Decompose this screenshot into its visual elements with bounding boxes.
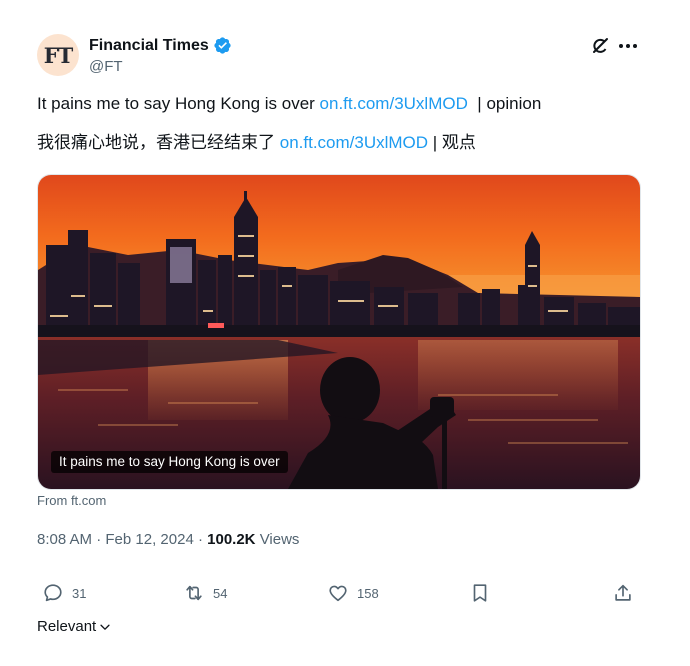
tweet-text-en: It pains me to say Hong Kong is over on.… — [37, 94, 542, 113]
tweet-link-zh[interactable]: on.ft.com/3UxlMOD — [280, 133, 428, 152]
tweet-link-en[interactable]: on.ft.com/3UxlMOD — [320, 94, 468, 113]
author-name-row[interactable]: Financial Times — [89, 36, 232, 55]
bookmark-button[interactable] — [469, 582, 491, 604]
hong-kong-skyline-photo — [38, 175, 640, 489]
reply-button[interactable]: 31 — [42, 582, 86, 604]
tweet-media-image[interactable]: It pains me to say Hong Kong is over — [37, 174, 641, 490]
sort-replies-dropdown[interactable]: Relevant — [37, 618, 112, 635]
media-caption: It pains me to say Hong Kong is over — [51, 451, 288, 473]
chevron-down-icon — [100, 624, 110, 630]
avatar-logo: FT — [43, 42, 74, 68]
reply-icon — [44, 584, 62, 602]
card-source[interactable]: From ft.com — [37, 493, 106, 508]
sort-label: Relevant — [37, 618, 97, 635]
share-button[interactable] — [612, 582, 634, 604]
tweet-meta: 8:08 AM · Feb 12, 2024 · 100.2K Views — [37, 531, 300, 548]
verified-icon — [213, 36, 232, 55]
views-count: 100.2K — [207, 531, 256, 548]
tweet-date[interactable]: Feb 12, 2024 — [105, 531, 193, 548]
repost-icon — [186, 585, 202, 601]
views-label: Views — [259, 531, 300, 548]
share-icon — [615, 584, 631, 601]
avatar[interactable]: FT — [37, 34, 79, 76]
like-count: 158 — [357, 585, 379, 601]
tweet-text-zh: 我很痛心地说，香港已经结束了 on.ft.com/3UxlMOD | 观点 — [37, 133, 476, 152]
grok-icon[interactable] — [590, 36, 610, 56]
like-button[interactable]: 158 — [327, 582, 379, 604]
author-handle[interactable]: @FT — [89, 58, 123, 75]
repost-count: 54 — [213, 585, 228, 601]
tweet-time[interactable]: 8:08 AM — [37, 531, 92, 548]
like-icon — [329, 585, 347, 602]
author-name[interactable]: Financial Times — [89, 37, 209, 55]
repost-button[interactable]: 54 — [183, 582, 227, 604]
bookmark-icon — [473, 584, 487, 602]
reply-count: 31 — [72, 585, 87, 601]
more-icon[interactable] — [617, 36, 639, 56]
tweet-detail: FT Financial Times @FT It pains me to sa… — [0, 0, 690, 666]
